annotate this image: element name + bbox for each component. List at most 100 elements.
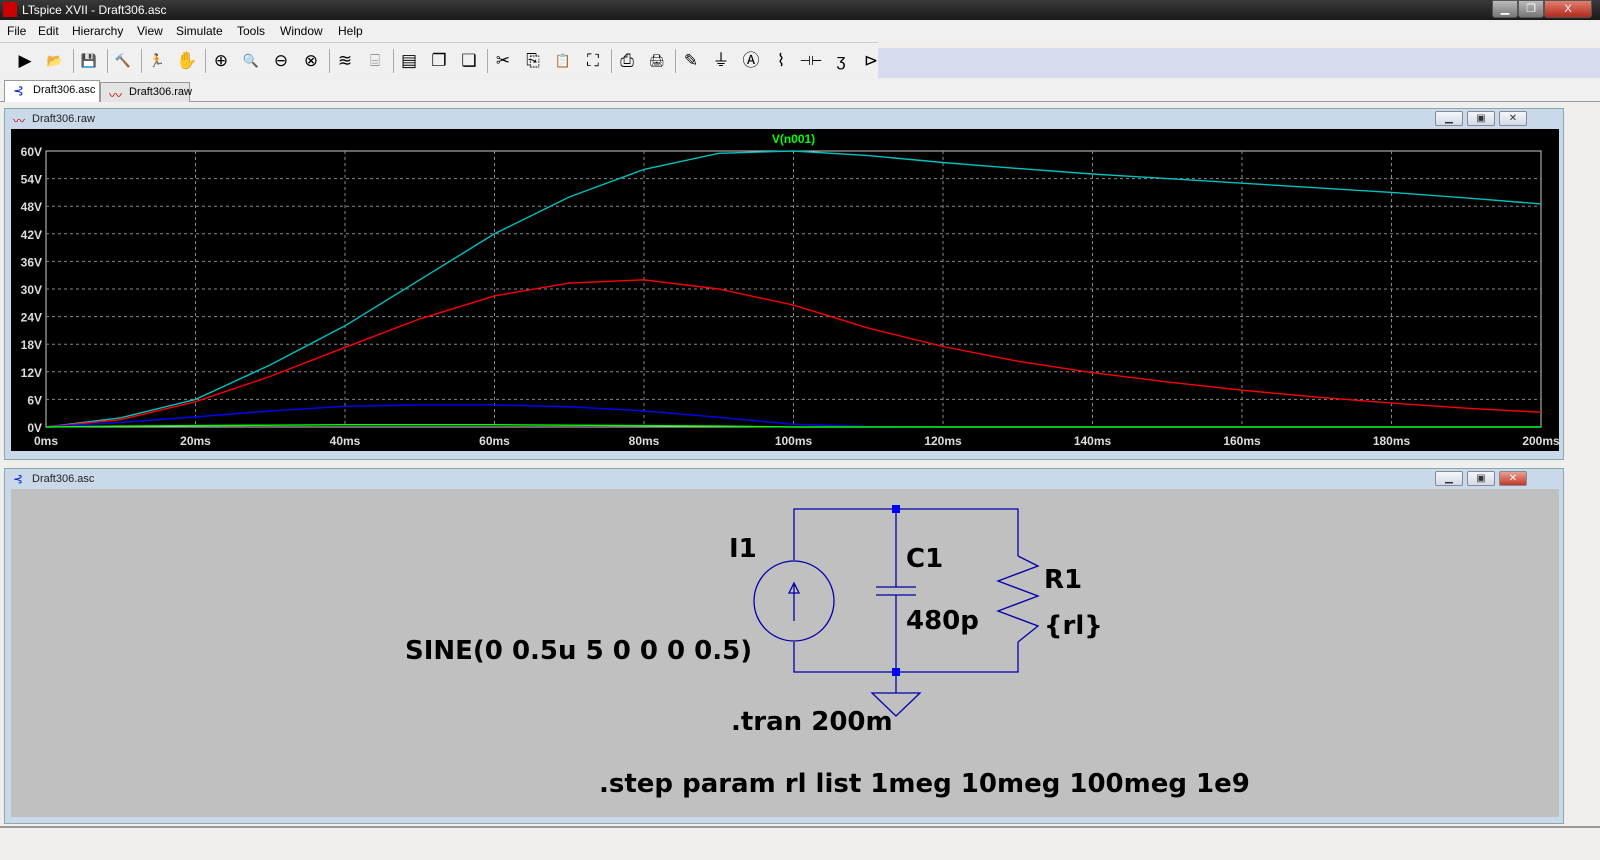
zoom-fit-button[interactable]: ⊗	[298, 48, 324, 74]
schematic-icon: ⊰	[13, 83, 24, 98]
print-button[interactable]: ⎙	[614, 48, 640, 74]
resistor-name[interactable]: R1	[1044, 565, 1082, 595]
run-button[interactable]: ▶	[12, 48, 38, 74]
source-name[interactable]: I1	[729, 534, 757, 564]
menu-file[interactable]: File	[7, 24, 26, 38]
y-tick-label: 0V	[27, 421, 42, 435]
minimize-button[interactable]: ▁	[1492, 0, 1518, 18]
x-tick-label: 0ms	[34, 434, 58, 448]
print-setup-button[interactable]: 🖨	[644, 48, 670, 74]
toolbar-separator	[675, 49, 676, 73]
pane-restore-button[interactable]: ▣	[1467, 111, 1495, 126]
source-value[interactable]: SINE(0 0.5u 5 0 0 0 0.5)	[405, 636, 752, 666]
pane-close-button[interactable]: ✕	[1499, 471, 1527, 486]
menu-simulate[interactable]: Simulate	[176, 24, 223, 38]
pan-hand-button[interactable]: ✋	[174, 48, 200, 74]
halt-run-icon: 🏃	[148, 53, 166, 68]
status-bar	[0, 826, 1600, 860]
window-title: LTspice XVII - Draft306.asc	[22, 3, 167, 17]
toolbar-separator	[73, 49, 74, 73]
waveform-icon: 〰	[13, 114, 26, 128]
cascade-icon: ❐	[431, 51, 447, 70]
pane-close-button[interactable]: ✕	[1499, 111, 1527, 126]
paste-button[interactable]: 📋	[550, 48, 576, 74]
tile-horizontal-icon: ▤	[400, 51, 418, 70]
label-net-button[interactable]: Ⓐ	[738, 48, 764, 74]
tile-horizontal-button[interactable]: ▤	[396, 48, 422, 74]
save-button[interactable]: 💾	[76, 48, 102, 74]
tran-directive[interactable]: .tran 200m	[731, 707, 893, 737]
toolbar-separator	[329, 49, 330, 73]
resistor-icon: ⌇	[776, 51, 786, 70]
tab-draft306-asc[interactable]: ⊰ Draft306.asc	[4, 80, 100, 102]
schematic-window-title: Draft306.asc	[32, 473, 95, 485]
menu-help[interactable]: Help	[338, 24, 363, 38]
junction-dot	[892, 505, 900, 513]
tile-vertical-button[interactable]: ❏	[456, 48, 482, 74]
x-tick-label: 100ms	[775, 434, 813, 448]
capacitor-name[interactable]: C1	[906, 544, 943, 574]
trace-label[interactable]: V(n001)	[772, 132, 815, 146]
source-arrow	[787, 581, 801, 621]
step-directive[interactable]: .step param rl list 1meg 10meg 100meg 1e…	[599, 769, 1250, 799]
capacitor-icon: ⊣⊢	[799, 53, 823, 68]
draw-wire-pencil-button[interactable]: ✎	[678, 48, 704, 74]
waveform-plot[interactable]: 0ms 20ms 40ms 60ms 80ms 100ms 120ms 140ms 160ms 1…	[11, 129, 1560, 451]
zoom-out-button[interactable]: ⊖	[268, 48, 294, 74]
cascade-button[interactable]: ❐	[426, 48, 452, 74]
junction-dot	[892, 668, 900, 676]
x-tick-label: 120ms	[924, 434, 962, 448]
restore-button[interactable]: ❐	[1518, 0, 1544, 18]
y-tick-label: 6V	[27, 393, 42, 407]
pane-minimize-button[interactable]: ▁	[1435, 471, 1463, 486]
mark-units-button[interactable]: ⌸	[362, 48, 388, 74]
close-button[interactable]: X	[1544, 0, 1592, 18]
schematic-window: ⊰ Draft306.asc ▁ ▣ ✕ I1 SINE(0 0.5u 5 0 …	[4, 468, 1564, 824]
zoom-area-button[interactable]: 🔍	[238, 48, 264, 74]
title-bar: LTspice XVII - Draft306.asc ▁ ❐ X	[0, 0, 1600, 20]
pane-restore-button[interactable]: ▣	[1467, 471, 1495, 486]
autorange-button[interactable]: ≋	[332, 48, 358, 74]
menu-tools[interactable]: Tools	[237, 24, 265, 38]
open-folder-button[interactable]: 📂	[42, 48, 68, 74]
schematic-svg	[753, 505, 1040, 717]
ground-button[interactable]: ⏚	[708, 48, 734, 74]
menu-edit[interactable]: Edit	[38, 24, 59, 38]
menu-hierarchy[interactable]: Hierarchy	[72, 24, 123, 38]
tile-vertical-icon: ❏	[461, 51, 477, 70]
halt-run-button[interactable]: 🏃	[144, 48, 170, 74]
toolbar-empty-area	[878, 48, 1600, 78]
y-tick-label: 12V	[21, 366, 42, 380]
copy-icon: ⎘	[526, 51, 540, 70]
wire	[793, 508, 1019, 673]
y-tick-label: 54V	[21, 173, 42, 187]
inductor-button[interactable]: ʒ	[828, 48, 854, 74]
menu-view[interactable]: View	[137, 24, 163, 38]
open-folder-icon: 📂	[46, 53, 64, 68]
toolbar-separator	[107, 49, 108, 73]
copy-button[interactable]: ⎘	[520, 48, 546, 74]
tab-draft306-raw[interactable]: 〰 Draft306.raw	[100, 82, 192, 103]
tab-label: Draft306.asc	[33, 84, 96, 96]
x-tick-label: 160ms	[1223, 434, 1261, 448]
menu-window[interactable]: Window	[280, 24, 323, 38]
find-binoculars-button[interactable]: ⛶	[580, 48, 606, 74]
x-tick-label: 200ms	[1522, 434, 1559, 448]
cut-button[interactable]: ✂	[490, 48, 516, 74]
pane-minimize-button[interactable]: ▁	[1435, 111, 1463, 126]
capacitor-button[interactable]: ⊣⊢	[798, 48, 824, 74]
y-tick-label: 42V	[21, 228, 42, 242]
toolbar-separator	[205, 49, 206, 73]
waveform-icon: 〰	[109, 88, 123, 103]
y-tick-label: 30V	[21, 283, 42, 297]
zoom-in-button[interactable]: ⊕	[208, 48, 234, 74]
capacitor-value[interactable]: 480p	[906, 606, 979, 636]
plot-svg: 0ms 20ms 40ms 60ms 80ms 100ms 120ms 140ms 160ms 1…	[21, 132, 1560, 448]
resistor-value[interactable]: {rl}	[1044, 611, 1103, 641]
toolbar-separator	[141, 49, 142, 73]
schematic-canvas[interactable]: I1 SINE(0 0.5u 5 0 0 0 0.5) C1 480p R1 {…	[11, 489, 1559, 817]
control-panel-hammer-button[interactable]: 🔨	[110, 48, 136, 74]
diode-icon: ⊳	[863, 51, 879, 70]
resistor-button[interactable]: ⌇	[768, 48, 794, 74]
toolbar-separator	[487, 49, 488, 73]
